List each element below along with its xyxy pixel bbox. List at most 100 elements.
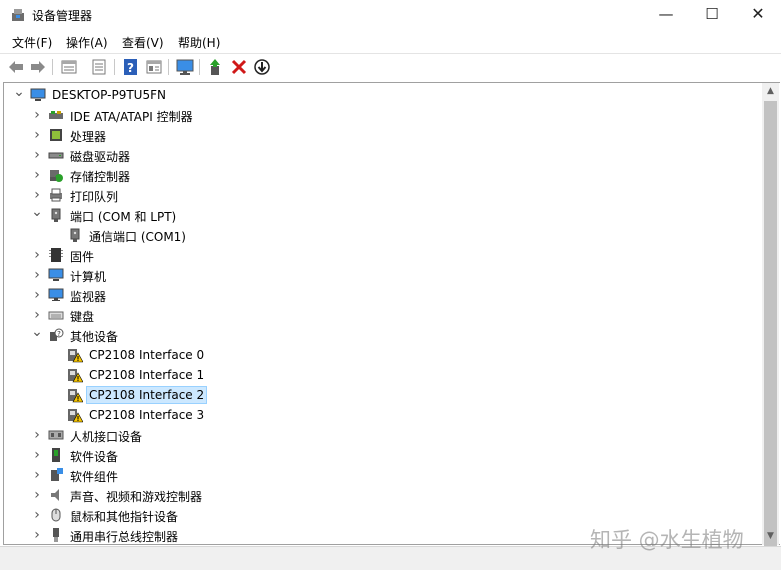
- scroll-up-arrow-icon[interactable]: ▲: [762, 83, 779, 100]
- properties-icon[interactable]: [59, 57, 79, 77]
- tree-item-label: 软件设备: [70, 450, 119, 464]
- port-icon: [51, 208, 61, 222]
- expand-chevron-icon[interactable]: ›: [30, 105, 44, 125]
- expand-chevron-icon[interactable]: ›: [30, 505, 44, 525]
- svg-text:?: ?: [57, 330, 61, 338]
- collapse-chevron-icon[interactable]: ⌄: [30, 325, 44, 345]
- svg-text:?: ?: [127, 61, 134, 75]
- device-tree[interactable]: ⌄ DESKTOP-P9TU5FN › IDE ATA/ATAPI 控制器 › 处理器 › 磁…: [3, 82, 780, 545]
- collapse-chevron-icon[interactable]: ⌄: [30, 205, 44, 225]
- tree-item[interactable]: › 软件组件: [4, 465, 764, 485]
- toolbar-separator: [52, 59, 53, 75]
- title-bar[interactable]: 设备管理器 — ☐ ✕: [0, 0, 781, 30]
- toolbar-separator: [168, 59, 169, 75]
- tree-item[interactable]: › 固件: [4, 245, 764, 265]
- expand-chevron-icon[interactable]: ›: [30, 485, 44, 505]
- software-device-icon: [52, 448, 60, 462]
- expand-chevron-icon[interactable]: ›: [30, 525, 44, 544]
- tree-item[interactable]: › 监视器: [4, 285, 764, 305]
- tree-item[interactable]: › 计算机: [4, 265, 764, 285]
- tree-item[interactable]: › 声音、视频和游戏控制器: [4, 485, 764, 505]
- tree-item-label: 计算机: [70, 270, 107, 284]
- monitor-scan-icon[interactable]: [175, 57, 195, 77]
- expand-chevron-icon[interactable]: ›: [30, 125, 44, 145]
- back-arrow-icon[interactable]: [6, 57, 26, 77]
- tree-item-label: 通用串行总线控制器: [70, 530, 179, 544]
- menu-action[interactable]: 操作(A): [66, 34, 108, 51]
- tree-item-label: 处理器: [70, 130, 107, 144]
- scroll-down-arrow-icon[interactable]: ▼: [762, 528, 779, 545]
- tree-item[interactable]: CP2108 Interface 0: [4, 345, 764, 365]
- close-button[interactable]: ✕: [735, 0, 781, 30]
- tree-item-label: CP2108 Interface 2: [85, 386, 208, 404]
- disable-device-icon[interactable]: [252, 57, 272, 77]
- window-title: 设备管理器: [32, 9, 93, 23]
- expand-chevron-icon[interactable]: ›: [30, 165, 44, 185]
- help-icon[interactable]: ?: [121, 57, 141, 77]
- tree-item[interactable]: › 键盘: [4, 305, 764, 325]
- computer-icon: [48, 268, 64, 281]
- monitor-icon: [48, 288, 64, 301]
- tree-item[interactable]: 通信端口 (COM1): [4, 225, 764, 245]
- vertical-scrollbar[interactable]: ▲ ▼: [762, 83, 779, 546]
- software-component-icon: [51, 468, 63, 481]
- view-icon[interactable]: [144, 57, 164, 77]
- tree-item-label: 人机接口设备: [70, 430, 143, 444]
- tree-item[interactable]: ⌄? 其他设备: [4, 325, 764, 345]
- tree-item[interactable]: › 打印队列: [4, 185, 764, 205]
- update-driver-icon[interactable]: [206, 57, 226, 77]
- tree-item-label: CP2108 Interface 3: [89, 408, 205, 422]
- minimize-button[interactable]: —: [643, 0, 689, 30]
- tree-item[interactable]: › 存储控制器: [4, 165, 764, 185]
- expand-chevron-icon[interactable]: ›: [30, 185, 44, 205]
- expand-chevron-icon[interactable]: ›: [30, 305, 44, 325]
- menu-help[interactable]: 帮助(H): [178, 34, 220, 51]
- maximize-button[interactable]: ☐: [689, 0, 735, 30]
- printer-icon: [50, 188, 62, 202]
- menu-bar: 文件(F) 操作(A) 查看(V) 帮助(H): [0, 31, 781, 52]
- tree-item[interactable]: › 处理器: [4, 125, 764, 145]
- watermark: 知乎 @水生植物: [590, 528, 744, 552]
- computer-root-icon: [30, 88, 46, 101]
- ide-controller-icon: [49, 111, 63, 119]
- toolbar-separator: [199, 59, 200, 75]
- tree-item[interactable]: CP2108 Interface 2: [4, 385, 764, 405]
- tree-item-label: 通信端口 (COM1): [89, 230, 186, 244]
- firmware-icon: [49, 248, 63, 262]
- tree-root[interactable]: ⌄ DESKTOP-P9TU5FN: [4, 85, 764, 105]
- tree-item-label: 固件: [70, 250, 95, 264]
- expand-chevron-icon[interactable]: ›: [30, 285, 44, 305]
- tree-item[interactable]: › 人机接口设备: [4, 425, 764, 445]
- expand-chevron-icon[interactable]: ›: [30, 245, 44, 265]
- device-manager-app-icon: [12, 9, 24, 21]
- expand-chevron-icon[interactable]: ›: [30, 465, 44, 485]
- menu-view[interactable]: 查看(V): [122, 34, 164, 51]
- warning-device-icon: [68, 369, 83, 383]
- tree-item-label: 键盘: [70, 310, 95, 324]
- tree-item-label: 软件组件: [70, 470, 119, 484]
- expand-chevron-icon[interactable]: ›: [30, 265, 44, 285]
- expand-chevron-icon[interactable]: ›: [30, 145, 44, 165]
- mouse-icon: [51, 508, 61, 522]
- tree-item[interactable]: › 软件设备: [4, 445, 764, 465]
- print-icon[interactable]: [89, 57, 109, 77]
- tree-item-label: 鼠标和其他指针设备: [70, 510, 179, 524]
- tree-item[interactable]: CP2108 Interface 1: [4, 365, 764, 385]
- tree-item[interactable]: CP2108 Interface 3: [4, 405, 764, 425]
- uninstall-icon[interactable]: [229, 57, 249, 77]
- tree-item[interactable]: ⌄ 端口 (COM 和 LPT): [4, 205, 764, 225]
- collapse-chevron-icon[interactable]: ⌄: [12, 85, 26, 105]
- expand-chevron-icon[interactable]: ›: [30, 425, 44, 445]
- port-icon: [70, 228, 80, 242]
- scrollbar-thumb[interactable]: [764, 101, 777, 546]
- tree-item[interactable]: › IDE ATA/ATAPI 控制器: [4, 105, 764, 125]
- tree-item-label: 其他设备: [70, 330, 119, 344]
- expand-chevron-icon[interactable]: ›: [30, 445, 44, 465]
- forward-arrow-icon[interactable]: [28, 57, 48, 77]
- keyboard-icon: [48, 311, 64, 320]
- tree-item[interactable]: › 鼠标和其他指针设备: [4, 505, 764, 525]
- tree-item-label: CP2108 Interface 1: [89, 368, 205, 382]
- warning-device-icon: [68, 389, 83, 403]
- menu-file[interactable]: 文件(F): [12, 34, 52, 51]
- tree-item[interactable]: › 磁盘驱动器: [4, 145, 764, 165]
